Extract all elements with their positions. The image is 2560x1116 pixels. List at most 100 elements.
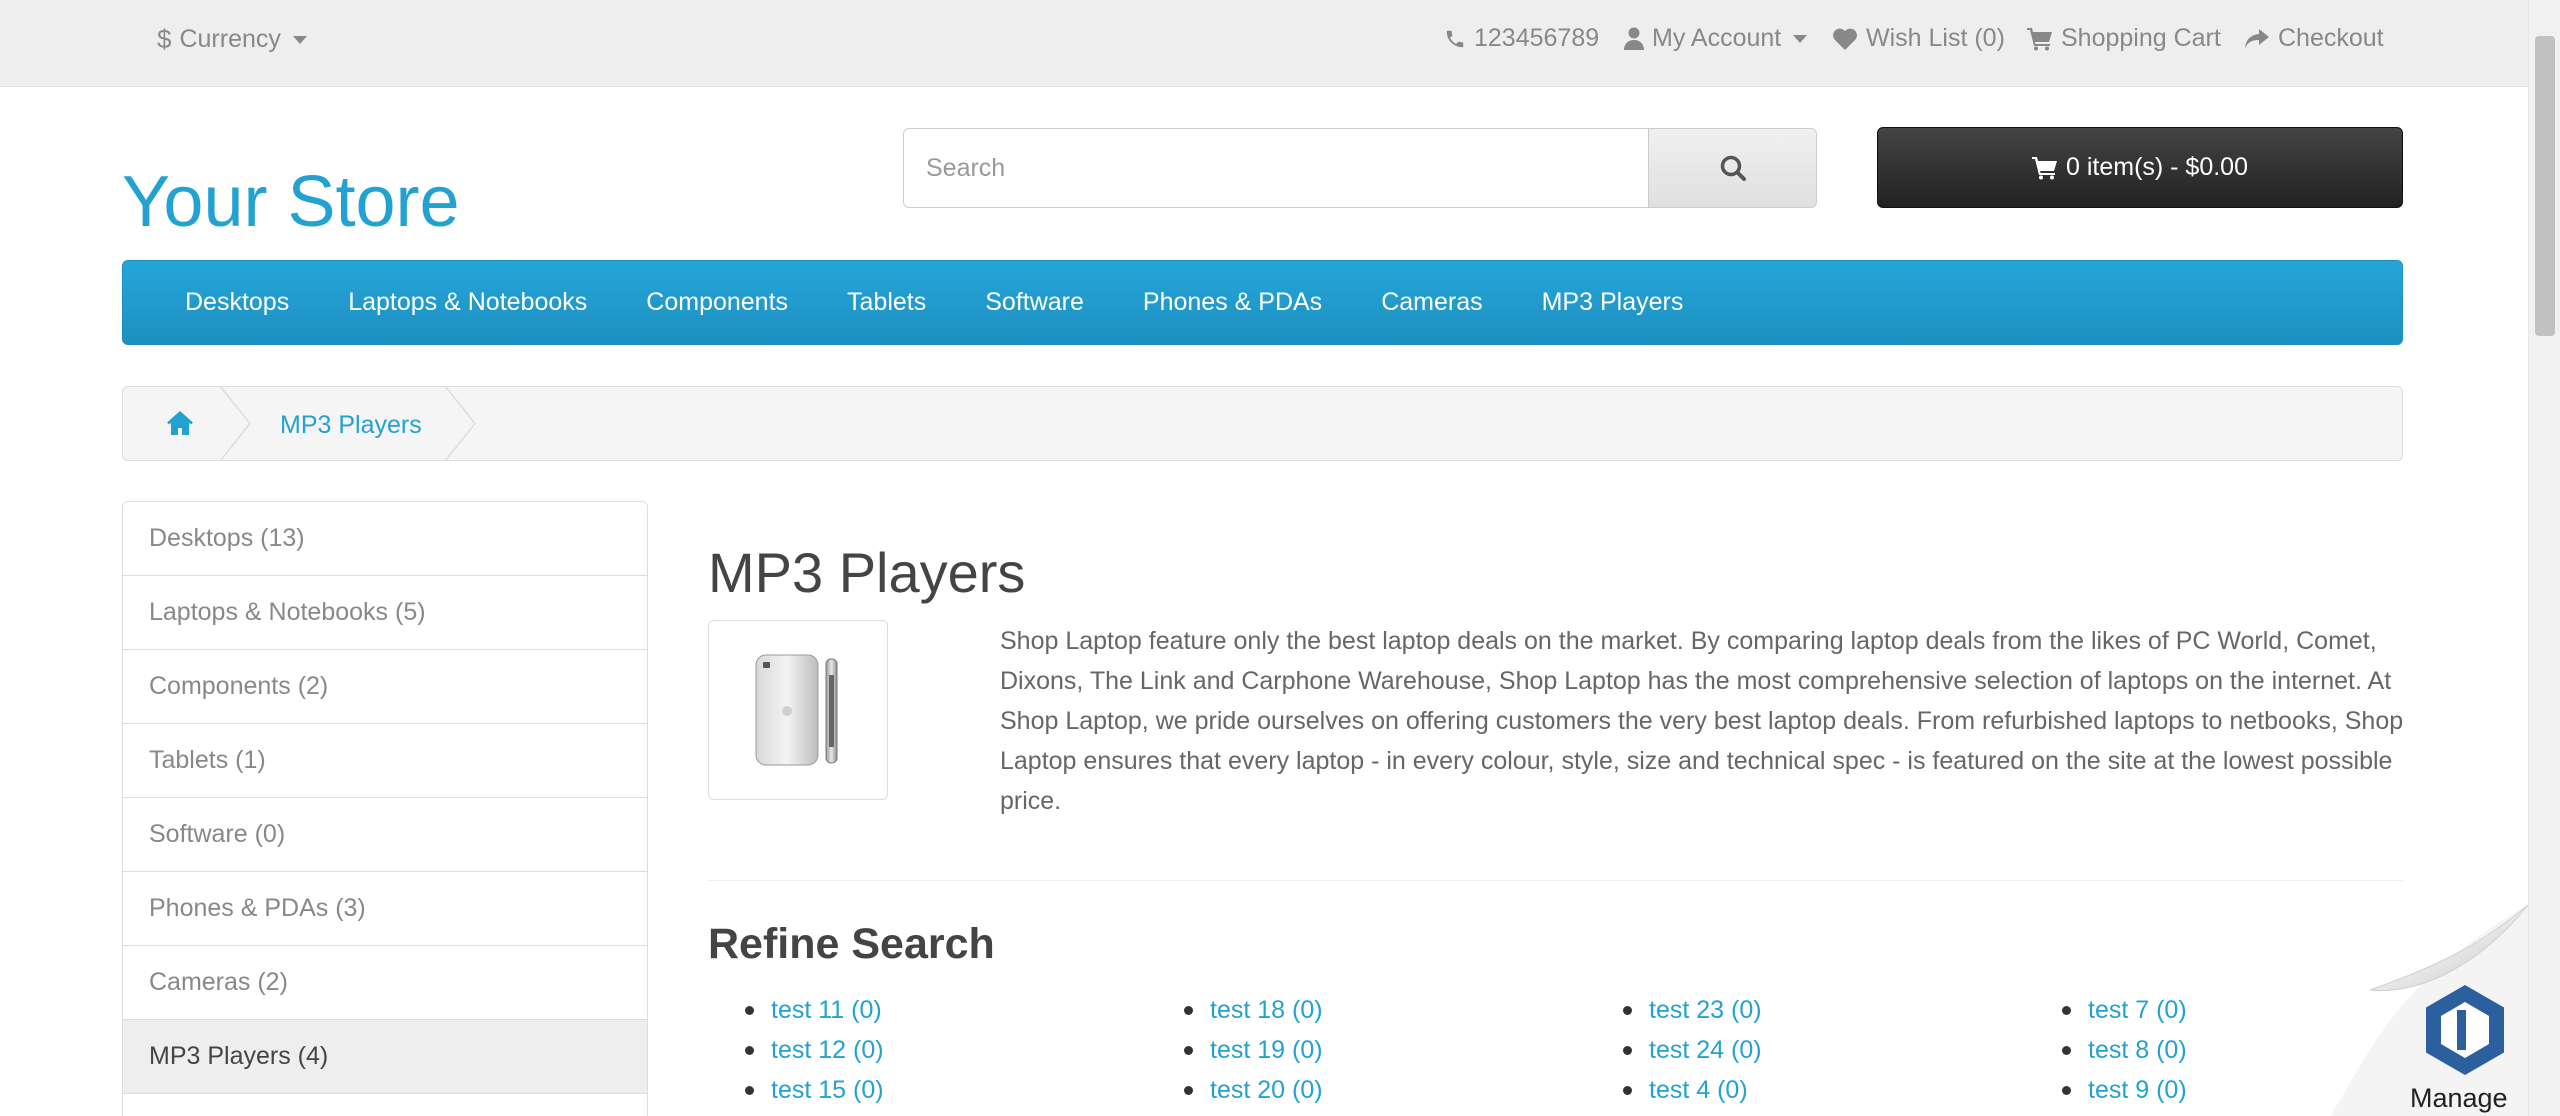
- sidebar-item-empty: [123, 1094, 647, 1116]
- refine-list-column-2: test 18 (0) test 19 (0) test 20 (0): [1184, 990, 1323, 1110]
- bullet: [1623, 1085, 1632, 1095]
- nav-item-desktops[interactable]: Desktops: [185, 288, 289, 317]
- refine-link[interactable]: test 8 (0): [2062, 1030, 2187, 1070]
- page-title: MP3 Players: [708, 541, 1026, 604]
- nav-item-components[interactable]: Components: [646, 288, 788, 317]
- bullet: [745, 1005, 754, 1015]
- category-image: [708, 620, 888, 800]
- currency-label: Currency: [179, 25, 281, 53]
- currency-dropdown[interactable]: $ Currency: [157, 24, 307, 55]
- refine-link-label: test 9 (0): [2088, 1075, 2187, 1104]
- home-icon[interactable]: [166, 410, 194, 436]
- sidebar-item-cameras[interactable]: Cameras (2): [123, 946, 647, 1020]
- refine-link[interactable]: test 24 (0): [1623, 1030, 1762, 1070]
- cart-total-label: 0 item(s) - $0.00: [2065, 153, 2248, 181]
- share-icon: [2245, 28, 2269, 48]
- sidebar-item-components[interactable]: Components (2): [123, 650, 647, 724]
- category-sidebar: Desktops (13) Laptops & Notebooks (5) Co…: [122, 501, 648, 1116]
- search-button[interactable]: [1648, 128, 1817, 208]
- nav-item-software[interactable]: Software: [985, 288, 1084, 317]
- refine-link-label: test 20 (0): [1210, 1075, 1323, 1104]
- bullet: [1184, 1045, 1193, 1055]
- refine-search-title: Refine Search: [708, 920, 995, 968]
- sidebar-item-laptops-notebooks[interactable]: Laptops & Notebooks (5): [123, 576, 647, 650]
- top-bar: $ Currency 123456789 My Account Wish Lis…: [0, 0, 2528, 87]
- page-scrollbar[interactable]: [2528, 0, 2560, 1116]
- phone-link[interactable]: 123456789: [1444, 24, 1599, 53]
- refine-link[interactable]: test 15 (0): [745, 1070, 884, 1110]
- caret-down-icon: [1793, 34, 1808, 43]
- refine-link-label: test 8 (0): [2088, 1035, 2187, 1064]
- cart-icon: [2031, 156, 2057, 179]
- bullet: [745, 1085, 754, 1095]
- refine-link-label: test 12 (0): [771, 1035, 884, 1064]
- cart-icon: [2027, 27, 2052, 50]
- phone-icon: [1446, 30, 1464, 47]
- refine-list-column-1: test 11 (0) test 12 (0) test 15 (0): [745, 990, 884, 1110]
- refine-link-label: test 7 (0): [2088, 995, 2187, 1024]
- refine-list-column-3: test 23 (0) test 24 (0) test 4 (0): [1623, 990, 1762, 1110]
- divider: [708, 880, 2403, 881]
- main-nav: Desktops Laptops & Notebooks Components …: [122, 260, 2403, 345]
- refine-link-label: test 23 (0): [1649, 995, 1762, 1024]
- sidebar-item-desktops[interactable]: Desktops (13): [123, 502, 647, 576]
- phone-number: 123456789: [1474, 24, 1600, 52]
- my-account-label: My Account: [1652, 24, 1782, 52]
- wish-list-link[interactable]: Wish List (0): [1832, 24, 2005, 53]
- refine-link[interactable]: test 19 (0): [1184, 1030, 1323, 1070]
- refine-link[interactable]: test 18 (0): [1184, 990, 1323, 1030]
- bullet: [1623, 1045, 1632, 1055]
- bullet: [2062, 1005, 2071, 1015]
- bullet: [1623, 1005, 1632, 1015]
- dollar-icon: $: [157, 24, 172, 54]
- breadcrumb-separator: [219, 386, 251, 461]
- nav-item-mp3-players[interactable]: MP3 Players: [1542, 288, 1684, 317]
- wish-list-label: Wish List (0): [1866, 24, 2005, 52]
- refine-link-label: test 18 (0): [1210, 995, 1323, 1024]
- refine-link[interactable]: test 4 (0): [1623, 1070, 1762, 1110]
- sidebar-item-tablets[interactable]: Tablets (1): [123, 724, 647, 798]
- bullet: [2062, 1045, 2071, 1055]
- refine-link-label: test 11 (0): [771, 995, 882, 1024]
- nav-item-cameras[interactable]: Cameras: [1381, 288, 1482, 317]
- breadcrumb: MP3 Players: [122, 386, 2403, 461]
- sidebar-item-software[interactable]: Software (0): [123, 798, 647, 872]
- refine-list-column-4: test 7 (0) test 8 (0) test 9 (0): [2062, 990, 2187, 1110]
- refine-link[interactable]: test 23 (0): [1623, 990, 1762, 1030]
- breadcrumb-separator: [444, 386, 476, 461]
- cart-total-button[interactable]: 0 item(s) - $0.00: [1877, 127, 2403, 208]
- user-icon: [1624, 27, 1644, 50]
- search-input[interactable]: [903, 128, 1649, 208]
- refine-link-label: test 15 (0): [771, 1075, 884, 1104]
- checkout-label: Checkout: [2278, 24, 2384, 52]
- mp3-player-image: [755, 654, 838, 766]
- caret-down-icon: [292, 35, 307, 44]
- refine-link[interactable]: test 9 (0): [2062, 1070, 2187, 1110]
- sidebar-item-phones-pdas[interactable]: Phones & PDAs (3): [123, 872, 647, 946]
- shopping-cart-link[interactable]: Shopping Cart: [2027, 24, 2221, 53]
- breadcrumb-mp3-players[interactable]: MP3 Players: [280, 411, 422, 440]
- nav-item-laptops-notebooks[interactable]: Laptops & Notebooks: [348, 288, 587, 317]
- heart-icon: [1833, 28, 1857, 50]
- category-description: Shop Laptop feature only the best laptop…: [1000, 627, 2404, 815]
- refine-link[interactable]: test 12 (0): [745, 1030, 884, 1070]
- refine-link[interactable]: test 20 (0): [1184, 1070, 1323, 1110]
- nav-item-tablets[interactable]: Tablets: [847, 288, 926, 317]
- manage-label[interactable]: Manage: [2410, 1083, 2508, 1114]
- bullet: [745, 1045, 754, 1055]
- refine-link[interactable]: test 11 (0): [745, 990, 884, 1030]
- refine-link[interactable]: test 7 (0): [2062, 990, 2187, 1030]
- bullet: [2062, 1085, 2071, 1095]
- refine-link-label: test 4 (0): [1649, 1075, 1748, 1104]
- scrollbar-thumb[interactable]: [2535, 36, 2555, 336]
- store-logo[interactable]: Your Store: [122, 166, 460, 238]
- refine-link-label: test 24 (0): [1649, 1035, 1762, 1064]
- checkout-link[interactable]: Checkout: [2244, 24, 2384, 53]
- nav-item-phones-pdas[interactable]: Phones & PDAs: [1143, 288, 1322, 317]
- bullet: [1184, 1085, 1193, 1095]
- search-icon: [1720, 155, 1746, 181]
- shopping-cart-label: Shopping Cart: [2061, 24, 2221, 52]
- sidebar-item-mp3-players[interactable]: MP3 Players (4): [123, 1020, 647, 1094]
- bullet: [1184, 1005, 1193, 1015]
- my-account-dropdown[interactable]: My Account: [1624, 24, 1808, 53]
